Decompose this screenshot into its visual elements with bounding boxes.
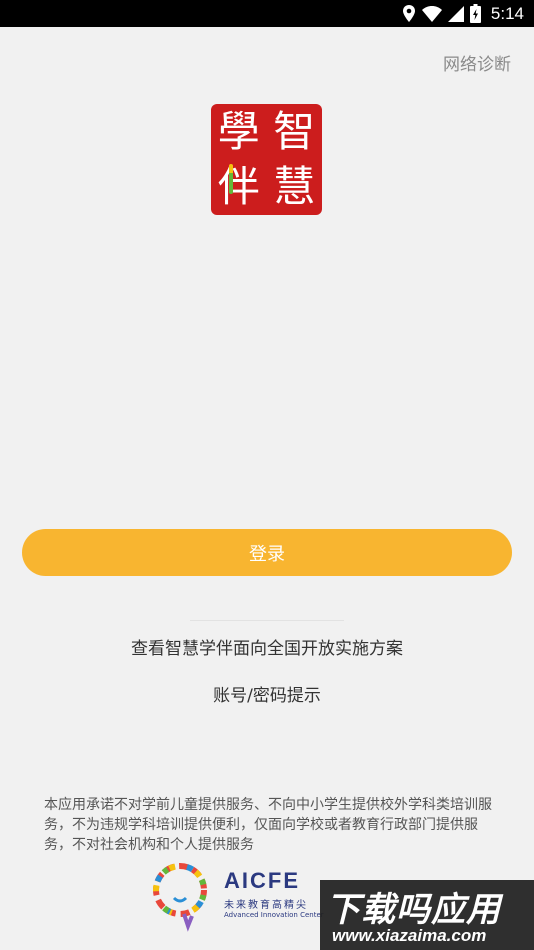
aicfe-chinese-name: 未来教育高精尖 [224,900,308,911]
service-disclaimer: 本应用承诺不对学前儿童提供服务、不向中小学生提供校外学科类培训服务，不为违规学科… [44,797,492,853]
status-time: 5:14 [490,3,524,23]
aicfe-english-name: Advanced Innovation Center [224,911,324,919]
logo-pen-mark [229,164,233,194]
open-plan-link[interactable]: 查看智慧学伴面向全国开放实施方案 [0,634,534,659]
signal-icon [447,5,464,22]
watermark-title: 下载吗应用 [326,890,501,930]
logo-char: 慧 [273,162,316,212]
logo-char: 學 [217,106,260,156]
logo-char: 智 [273,106,316,156]
app-logo: 學 智 伴 慧 [211,104,322,215]
location-icon [402,5,415,22]
login-button[interactable]: 登录 [22,529,512,576]
account-password-hint-link[interactable]: 账号/密码提示 [0,681,534,706]
wifi-icon [421,5,442,22]
status-bar: 5:14 [0,0,534,27]
battery-icon [469,4,481,23]
divider [190,620,344,621]
aicfe-ring-icon [153,863,207,932]
aicfe-logo: AICFE 未来教育高精尖 Advanced Innovation Center [144,860,344,935]
aicfe-name: AICFE [224,868,300,893]
network-diagnosis-link[interactable]: 网络诊断 [443,50,511,75]
logo-char: 伴 [217,162,260,212]
site-watermark: 下载吗应用 www.xiazaima.com [320,880,534,950]
status-icons: 5:14 [402,0,524,27]
watermark-url: www.xiazaima.com [332,926,487,945]
